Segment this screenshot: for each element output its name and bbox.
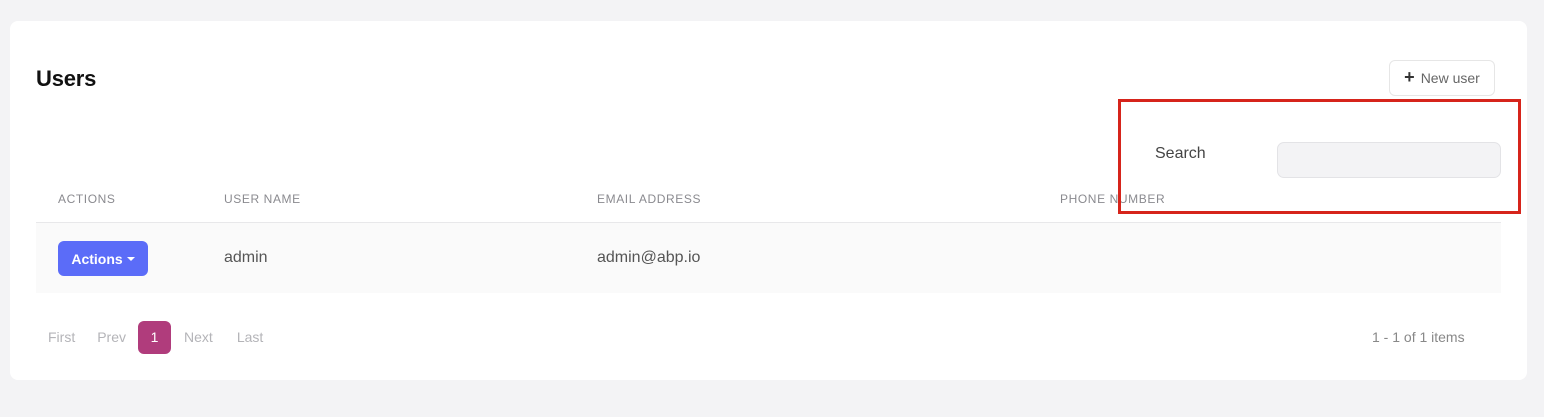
new-user-button[interactable]: + New user [1389, 60, 1495, 96]
actions-button-label: Actions [71, 250, 123, 267]
cell-email: admin@abp.io [597, 249, 701, 266]
pagination-prev[interactable]: Prev [97, 329, 126, 345]
pagination: First Prev 1 Next Last [32, 320, 263, 354]
column-header-actions: ACTIONS [58, 192, 116, 206]
column-header-phone: PHONE NUMBER [1060, 192, 1166, 206]
caret-down-icon [126, 257, 135, 261]
pagination-summary: 1 - 1 of 1 items [1372, 329, 1465, 345]
pagination-page-current[interactable]: 1 [138, 320, 172, 354]
search-label: Search [1155, 145, 1206, 162]
plus-icon: + [1404, 67, 1415, 87]
pagination-next[interactable]: Next [184, 329, 213, 345]
page-title: Users [36, 66, 97, 91]
cell-user-name: admin [224, 249, 268, 266]
table-row: Actions admin admin@abp.io [36, 223, 1501, 293]
column-header-email: EMAIL ADDRESS [597, 192, 702, 206]
new-user-label: New user [1420, 70, 1480, 86]
pagination-last[interactable]: Last [237, 329, 263, 345]
actions-dropdown-button[interactable]: Actions [58, 241, 148, 276]
pagination-first[interactable]: First [48, 329, 75, 345]
search-input[interactable] [1277, 142, 1501, 178]
column-header-user-name: USER NAME [224, 192, 301, 206]
users-card: Users + New user Search ACTIONS USER NAM… [10, 21, 1527, 380]
